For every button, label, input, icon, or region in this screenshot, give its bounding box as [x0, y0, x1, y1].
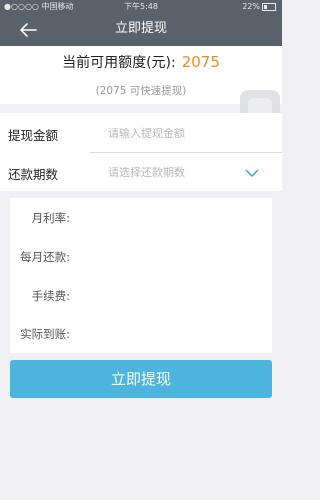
withdraw-amount-input[interactable]: 请输入提现金额	[108, 125, 185, 141]
quota-line: 当前可用额度(元): 2075	[0, 52, 282, 72]
loan-details-panel: 月利率: 每月还款: 手续费: 实际到账:	[10, 198, 272, 353]
status-time: 下午5:48	[124, 2, 158, 11]
actual-received-label: 实际到账:	[20, 327, 70, 341]
page-title: 立即提现	[114, 21, 167, 36]
quota-label: 当前可用额度(元):	[62, 55, 176, 71]
status-bar: ●○○○○ 中国移动 下午5:48 22%	[0, 0, 282, 14]
top-bar: ●○○○○ 中国移动 下午5:48 22% 立即提现	[0, 0, 282, 46]
battery-percent: 22%	[242, 2, 260, 11]
repayment-term-label: 还款期数	[8, 167, 59, 182]
withdraw-form: 提现金额 请输入提现金额 还款期数 请选择还款期数	[0, 113, 282, 191]
nav-bar: 立即提现	[0, 14, 282, 46]
monthly-repayment-label: 每月还款:	[20, 250, 70, 264]
monthly-rate-label: 月利率:	[31, 211, 70, 225]
battery-status: 22%	[242, 0, 276, 14]
repayment-term-select[interactable]: 请选择还款期数	[108, 164, 185, 180]
quota-amount: 2075	[181, 53, 220, 71]
withdraw-amount-row: 提现金额 请输入提现金额	[0, 113, 282, 152]
withdraw-amount-label: 提现金额	[8, 128, 59, 143]
battery-icon	[262, 2, 276, 11]
withdraw-submit-button[interactable]: 立即提现	[10, 360, 272, 398]
chevron-down-icon[interactable]	[245, 168, 259, 178]
repayment-term-row[interactable]: 还款期数 请选择还款期数	[0, 152, 282, 191]
fee-label: 手续费:	[31, 289, 70, 303]
